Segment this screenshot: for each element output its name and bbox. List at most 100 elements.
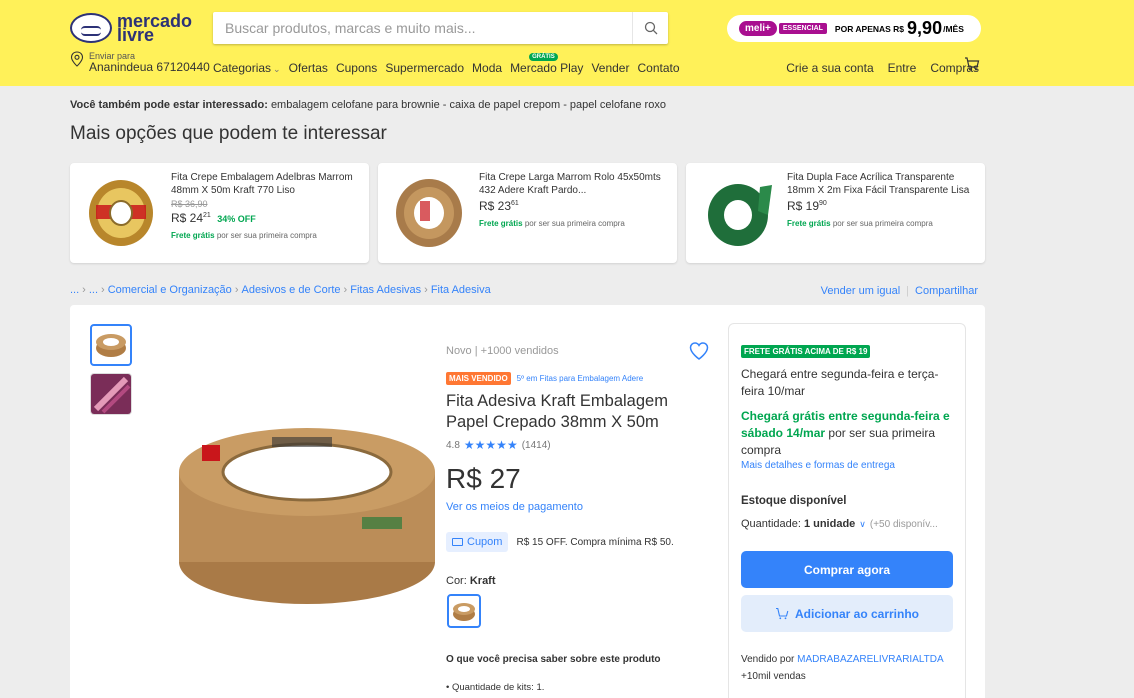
product-image <box>396 179 462 247</box>
essencial-badge: ESSENCIAL <box>778 23 827 34</box>
share-link[interactable]: Compartilhar <box>915 285 978 297</box>
shipping-info: Frete grátis por ser sua primeira compra <box>787 219 933 228</box>
coupon-button[interactable]: Cupom <box>446 532 509 552</box>
heart-icon <box>689 342 709 360</box>
more-options-title: Mais opções que podem te interessar <box>70 123 387 144</box>
cart-add-icon <box>775 607 789 620</box>
search-bar <box>213 12 668 44</box>
location-value: Ananindeua 67120440 <box>89 60 210 74</box>
chevron-down-icon: ∨ <box>859 518 866 529</box>
nav-moda[interactable]: Moda <box>472 61 502 75</box>
price: R$ 1990 <box>787 199 827 213</box>
breadcrumb-item[interactable]: Fita Adesiva <box>431 284 491 296</box>
coupon-row: Cupom R$ 15 OFF. Compra mínima R$ 50. <box>446 532 674 552</box>
stars-icon: ★★★★★ <box>463 438 518 452</box>
sell-similar-link[interactable]: Vender um igual <box>821 285 901 297</box>
thumbnail[interactable] <box>90 373 132 415</box>
product-title: Fita Adesiva Kraft Embalagem Papel Crepa… <box>446 392 668 431</box>
nav-contato[interactable]: Contato <box>637 61 679 75</box>
color-label: Cor: Kraft <box>446 575 496 587</box>
cart-icon <box>965 57 980 71</box>
product-card: Novo | +1000 vendidos MAIS VENDIDO 5º em… <box>70 305 985 698</box>
ticket-icon <box>452 538 463 546</box>
price: R$ 2421 <box>171 211 211 225</box>
promo-suffix: /MÊS <box>943 23 964 34</box>
free-delivery-estimate: Chegará grátis entre segunda-feira e sáb… <box>741 409 950 457</box>
condition-sales: Novo | +1000 vendidos <box>446 345 559 357</box>
nav-categorias[interactable]: Categorias ⌄ <box>213 61 281 75</box>
seller-info: Vendido por MADRABAZARELIVRARIALTDA <box>741 654 944 665</box>
stock-label: Estoque disponível <box>741 495 847 507</box>
rating[interactable]: 4.8 ★★★★★ (1414) <box>446 438 551 452</box>
add-to-cart-button[interactable]: Adicionar ao carrinho <box>741 595 953 632</box>
product-price: R$ 27 <box>446 463 521 494</box>
buy-now-button[interactable]: Comprar agora <box>741 551 953 588</box>
breadcrumb-item[interactable]: Comercial e Organização <box>108 284 232 296</box>
product-info-bullet: • Quantidade de kits: 1. <box>446 682 545 693</box>
logo-text: mercado livre <box>117 11 193 45</box>
quantity-selector[interactable]: Quantidade: 1 unidade ∨ (+50 disponív... <box>741 518 938 530</box>
payment-methods-link[interactable]: Ver os meios de pagamento <box>446 501 583 513</box>
create-account-link[interactable]: Crie a sua conta <box>786 61 873 75</box>
buy-box: FRETE GRÁTIS ACIMA DE R$ 19 Chegará entr… <box>728 323 966 698</box>
price: R$ 2361 <box>479 199 519 213</box>
seller-sales: +10mil vendas <box>741 671 806 682</box>
delivery-details-link[interactable]: Mais detalhes e formas de entrega <box>741 460 895 471</box>
nav-cupons[interactable]: Cupons <box>336 61 377 75</box>
best-seller-badge: MAIS VENDIDO <box>446 372 511 385</box>
breadcrumb-item[interactable]: ... <box>70 284 79 296</box>
header: mercadolivre meli+ ESSENCIAL POR APENAS … <box>0 0 1134 86</box>
meli-plus-promo[interactable]: meli+ ESSENCIAL POR APENAS R$ 9,90 /MÊS <box>727 15 981 42</box>
seller-link[interactable]: MADRABAZARELIVRARIALTDA <box>797 654 944 665</box>
login-link[interactable]: Entre <box>888 61 917 75</box>
swatch-image <box>453 603 475 621</box>
recommendation-card[interactable]: Fita Crepe Larga Marrom Rolo 45x50mts 43… <box>378 163 677 263</box>
related-search-links[interactable]: embalagem celofane para brownie - caixa … <box>271 99 666 111</box>
main-product-image[interactable] <box>162 397 462 607</box>
location-pin-icon <box>70 51 84 67</box>
nav-ofertas[interactable]: Ofertas <box>289 61 328 75</box>
shipping-location[interactable]: Enviar para Ananindeua 67120440 <box>70 51 210 73</box>
thumbnail-selected[interactable] <box>90 324 132 366</box>
review-count: (1414) <box>521 439 551 451</box>
nav-vender[interactable]: Vender <box>591 61 629 75</box>
product-thumbnail-image <box>91 374 131 414</box>
nav-supermercado[interactable]: Supermercado <box>385 61 464 75</box>
main-nav: Categorias ⌄ Ofertas Cupons Supermercado … <box>213 53 688 75</box>
product-image <box>708 184 772 246</box>
best-seller-rank-link[interactable]: 5º em Fitas para Embalagem Adere <box>517 374 644 383</box>
user-nav: Crie a sua conta Entre Compras <box>772 61 979 75</box>
recommendation-card[interactable]: Fita Dupla Face Acrílica Transparente 18… <box>686 163 985 263</box>
product-info-title: O que você precisa saber sobre este prod… <box>446 654 661 665</box>
old-price: R$ 36,90 <box>171 199 208 209</box>
shipping-info: Frete grátis por ser sua primeira compra <box>479 219 625 228</box>
coupon-text: R$ 15 OFF. Compra mínima R$ 50. <box>516 536 674 548</box>
favorite-button[interactable] <box>689 342 709 365</box>
discount-badge: 34% OFF <box>217 214 256 224</box>
color-swatch-kraft[interactable] <box>447 594 481 628</box>
free-shipping-badge: FRETE GRÁTIS ACIMA DE R$ 19 <box>741 345 871 358</box>
recommendation-title: Fita Dupla Face Acrílica Transparente 18… <box>787 172 970 196</box>
recommendation-title: Fita Crepe Larga Marrom Rolo 45x50mts 43… <box>479 172 661 196</box>
search-input[interactable] <box>213 12 633 44</box>
cart-button[interactable] <box>964 56 980 77</box>
breadcrumb-item[interactable]: Adesivos e de Corte <box>241 284 340 296</box>
promo-label: POR APENAS R$ <box>834 23 905 34</box>
meli-plus-badge: meli+ <box>739 21 777 36</box>
search-button[interactable] <box>632 12 668 44</box>
breadcrumb-item[interactable]: Fitas Adesivas <box>350 284 421 296</box>
search-icon <box>644 21 657 35</box>
breadcrumb-actions: Vender um igual | Compartilhar <box>820 285 978 297</box>
recommendation-card[interactable]: Fita Crepe Embalagem Adelbras Marrom 48m… <box>70 163 369 263</box>
product-thumbnail-image <box>96 334 126 357</box>
rating-value: 4.8 <box>446 439 460 451</box>
shipping-info: Frete grátis por ser sua primeira compra <box>171 231 317 240</box>
promo-price: 9,90 <box>907 18 943 38</box>
recommendation-title: Fita Crepe Embalagem Adelbras Marrom 48m… <box>171 172 353 196</box>
breadcrumb-item[interactable]: ... <box>89 284 98 296</box>
product-image <box>89 180 153 246</box>
breadcrumb: ... ›... › Comercial e Organização › Adesivos… <box>70 284 491 296</box>
mercadolivre-logo[interactable]: mercado livre <box>70 11 200 45</box>
best-seller-row: MAIS VENDIDO 5º em Fitas para Embalagem … <box>446 372 643 385</box>
nav-mercado-play[interactable]: GRÁTIS Mercado Play <box>510 53 583 75</box>
